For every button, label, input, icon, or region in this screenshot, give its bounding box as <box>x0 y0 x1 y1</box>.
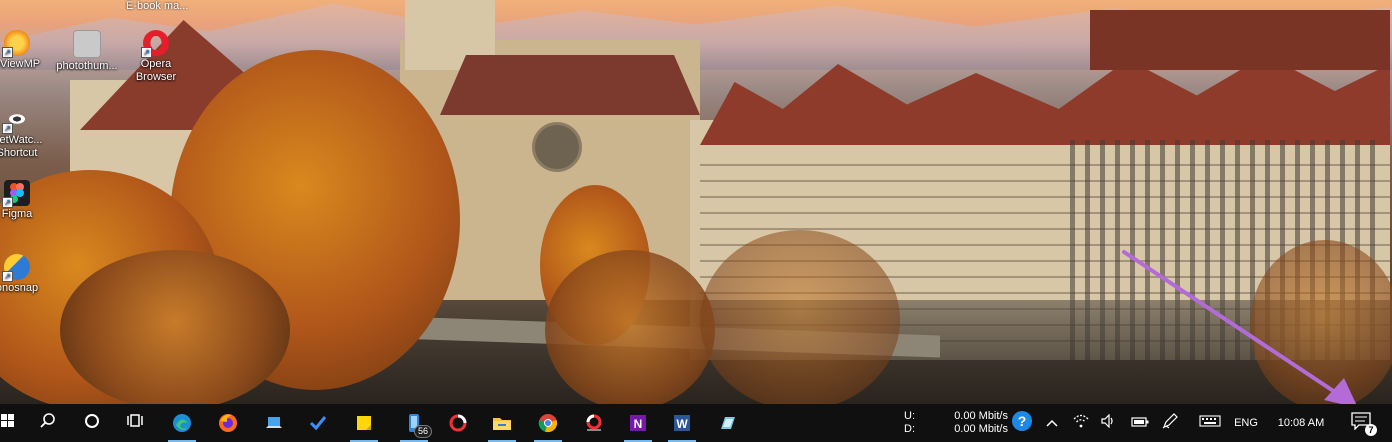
question-icon: ? <box>1011 410 1033 437</box>
taskbar-app-sticky-notes[interactable] <box>344 404 384 442</box>
clock-button[interactable]: 10:08 AM <box>1270 404 1332 442</box>
desktop-icon-monosnap[interactable]: ↗ onosnap <box>0 254 54 295</box>
taskbar-app-word[interactable]: W <box>662 404 702 442</box>
windows-icon <box>1 413 15 433</box>
svg-text:?: ? <box>1018 413 1027 429</box>
net-up-value: 0.00 Mbit/s <box>954 410 1008 422</box>
desktop-icon-label: NetWatc... <box>0 134 43 146</box>
wifi-icon <box>1073 414 1089 433</box>
taskbar-app-firefox[interactable] <box>208 404 248 442</box>
taskbar: 56 N W U: D: 0.00 Mbit/s 0.00 Mbit/s ? E… <box>0 404 1392 442</box>
opera-icon: ↗ <box>141 30 169 58</box>
taskbar-app-photo[interactable] <box>574 404 614 442</box>
taskbar-app-chrome[interactable] <box>528 404 568 442</box>
pen-icon <box>1161 412 1179 435</box>
firefox-icon <box>218 413 238 433</box>
bare-tree <box>1250 240 1392 404</box>
start-button[interactable] <box>0 404 16 442</box>
net-speed-labels: U: D: <box>904 404 928 442</box>
language-indicator: ENG <box>1234 416 1258 429</box>
roof <box>1090 10 1390 70</box>
ring-icon <box>448 413 468 433</box>
netwatch-eye-icon: ↗ <box>2 106 30 134</box>
svg-text:N: N <box>634 417 643 431</box>
snip-icon <box>718 413 738 433</box>
chevron-up-icon <box>1046 414 1058 432</box>
desktop-icon-label: onosnap <box>0 282 39 294</box>
taskbar-app-phone[interactable]: 56 <box>394 404 434 442</box>
net-down-value: 0.00 Mbit/s <box>954 423 1008 435</box>
cortana-circle-icon <box>83 412 101 435</box>
battery-icon <box>1131 414 1149 432</box>
net-speed-meter[interactable]: 0.00 Mbit/s 0.00 Mbit/s <box>944 404 1008 442</box>
cortana-button[interactable] <box>72 404 112 442</box>
desktop-wallpaper <box>0 0 1392 404</box>
net-down-label: D: <box>904 423 915 435</box>
taskbar-app-onenote[interactable]: N <box>618 404 658 442</box>
clock-time: 10:08 AM <box>1277 416 1325 429</box>
speaker-icon <box>1101 413 1117 433</box>
svg-text:W: W <box>676 417 688 431</box>
desktop-icon-photothumb[interactable]: photothum... <box>50 30 124 73</box>
desktop-icon-label: Shortcut <box>0 147 38 159</box>
task-view-icon <box>127 412 145 435</box>
desktop-icon-label: Figma <box>1 208 33 220</box>
monosnap-icon: ↗ <box>2 254 30 282</box>
folder-icon <box>492 413 512 433</box>
desktop-icon-label: nViewMP <box>0 58 41 70</box>
desktop-icon-partial-label: E-book ma... <box>126 0 189 12</box>
taskbar-app-connect[interactable] <box>254 404 294 442</box>
notification-icon: 7 <box>1351 412 1377 436</box>
taskbar-app-snip[interactable] <box>708 404 748 442</box>
rose-window <box>532 122 582 172</box>
desktop-icon-netwatch[interactable]: ↗ NetWatc... Shortcut <box>0 106 54 160</box>
help-tray-button[interactable]: ? <box>1010 404 1034 442</box>
input-language-button[interactable]: ENG <box>1228 404 1264 442</box>
action-center-button[interactable]: 7 <box>1344 404 1380 442</box>
taskbar-app-edge[interactable] <box>162 404 202 442</box>
search-button[interactable] <box>28 404 68 442</box>
edge-icon <box>172 413 192 433</box>
taskbar-app-todo[interactable] <box>298 404 338 442</box>
desktop-icon-opera[interactable]: ↗ Opera Browser <box>119 30 193 84</box>
desktop-icon-figma[interactable]: ↗ Figma <box>0 180 54 221</box>
battery-tray-button[interactable] <box>1128 404 1152 442</box>
autumn-tree <box>60 250 290 404</box>
word-icon: W <box>672 413 692 433</box>
laptop-icon <box>264 413 284 433</box>
notification-count-badge: 7 <box>1365 424 1377 436</box>
notification-badge: 56 <box>413 425 432 438</box>
photo-file-icon <box>73 30 101 58</box>
taskbar-app-circle[interactable] <box>438 404 478 442</box>
onenote-icon: N <box>628 413 648 433</box>
net-up-label: U: <box>904 410 915 422</box>
touch-keyboard-button[interactable] <box>1196 404 1224 442</box>
sun-app-icon: ↗ <box>2 30 30 58</box>
taskbar-app-file-explorer[interactable] <box>482 404 522 442</box>
figma-icon: ↗ <box>2 180 30 208</box>
church-roof <box>440 55 700 115</box>
wifi-tray-button[interactable] <box>1070 404 1092 442</box>
desktop-icon-label: Opera <box>140 58 172 70</box>
desktop-icon-label: Browser <box>135 71 177 83</box>
desktop-icon-nviewmp[interactable]: ↗ nViewMP <box>0 30 54 71</box>
bare-tree <box>545 250 715 404</box>
keyboard-icon <box>1199 414 1221 432</box>
task-view-button[interactable] <box>116 404 156 442</box>
desktop-icon-label: photothum... <box>56 60 118 72</box>
chrome-icon <box>538 413 558 433</box>
volume-tray-button[interactable] <box>1098 404 1120 442</box>
sticky-note-icon <box>354 413 374 433</box>
checkmark-icon <box>308 413 328 433</box>
photo-ring-icon <box>584 413 604 433</box>
show-hidden-icons-button[interactable] <box>1042 404 1062 442</box>
bare-tree <box>700 230 900 404</box>
pen-tray-button[interactable] <box>1158 404 1182 442</box>
search-icon <box>39 412 57 435</box>
